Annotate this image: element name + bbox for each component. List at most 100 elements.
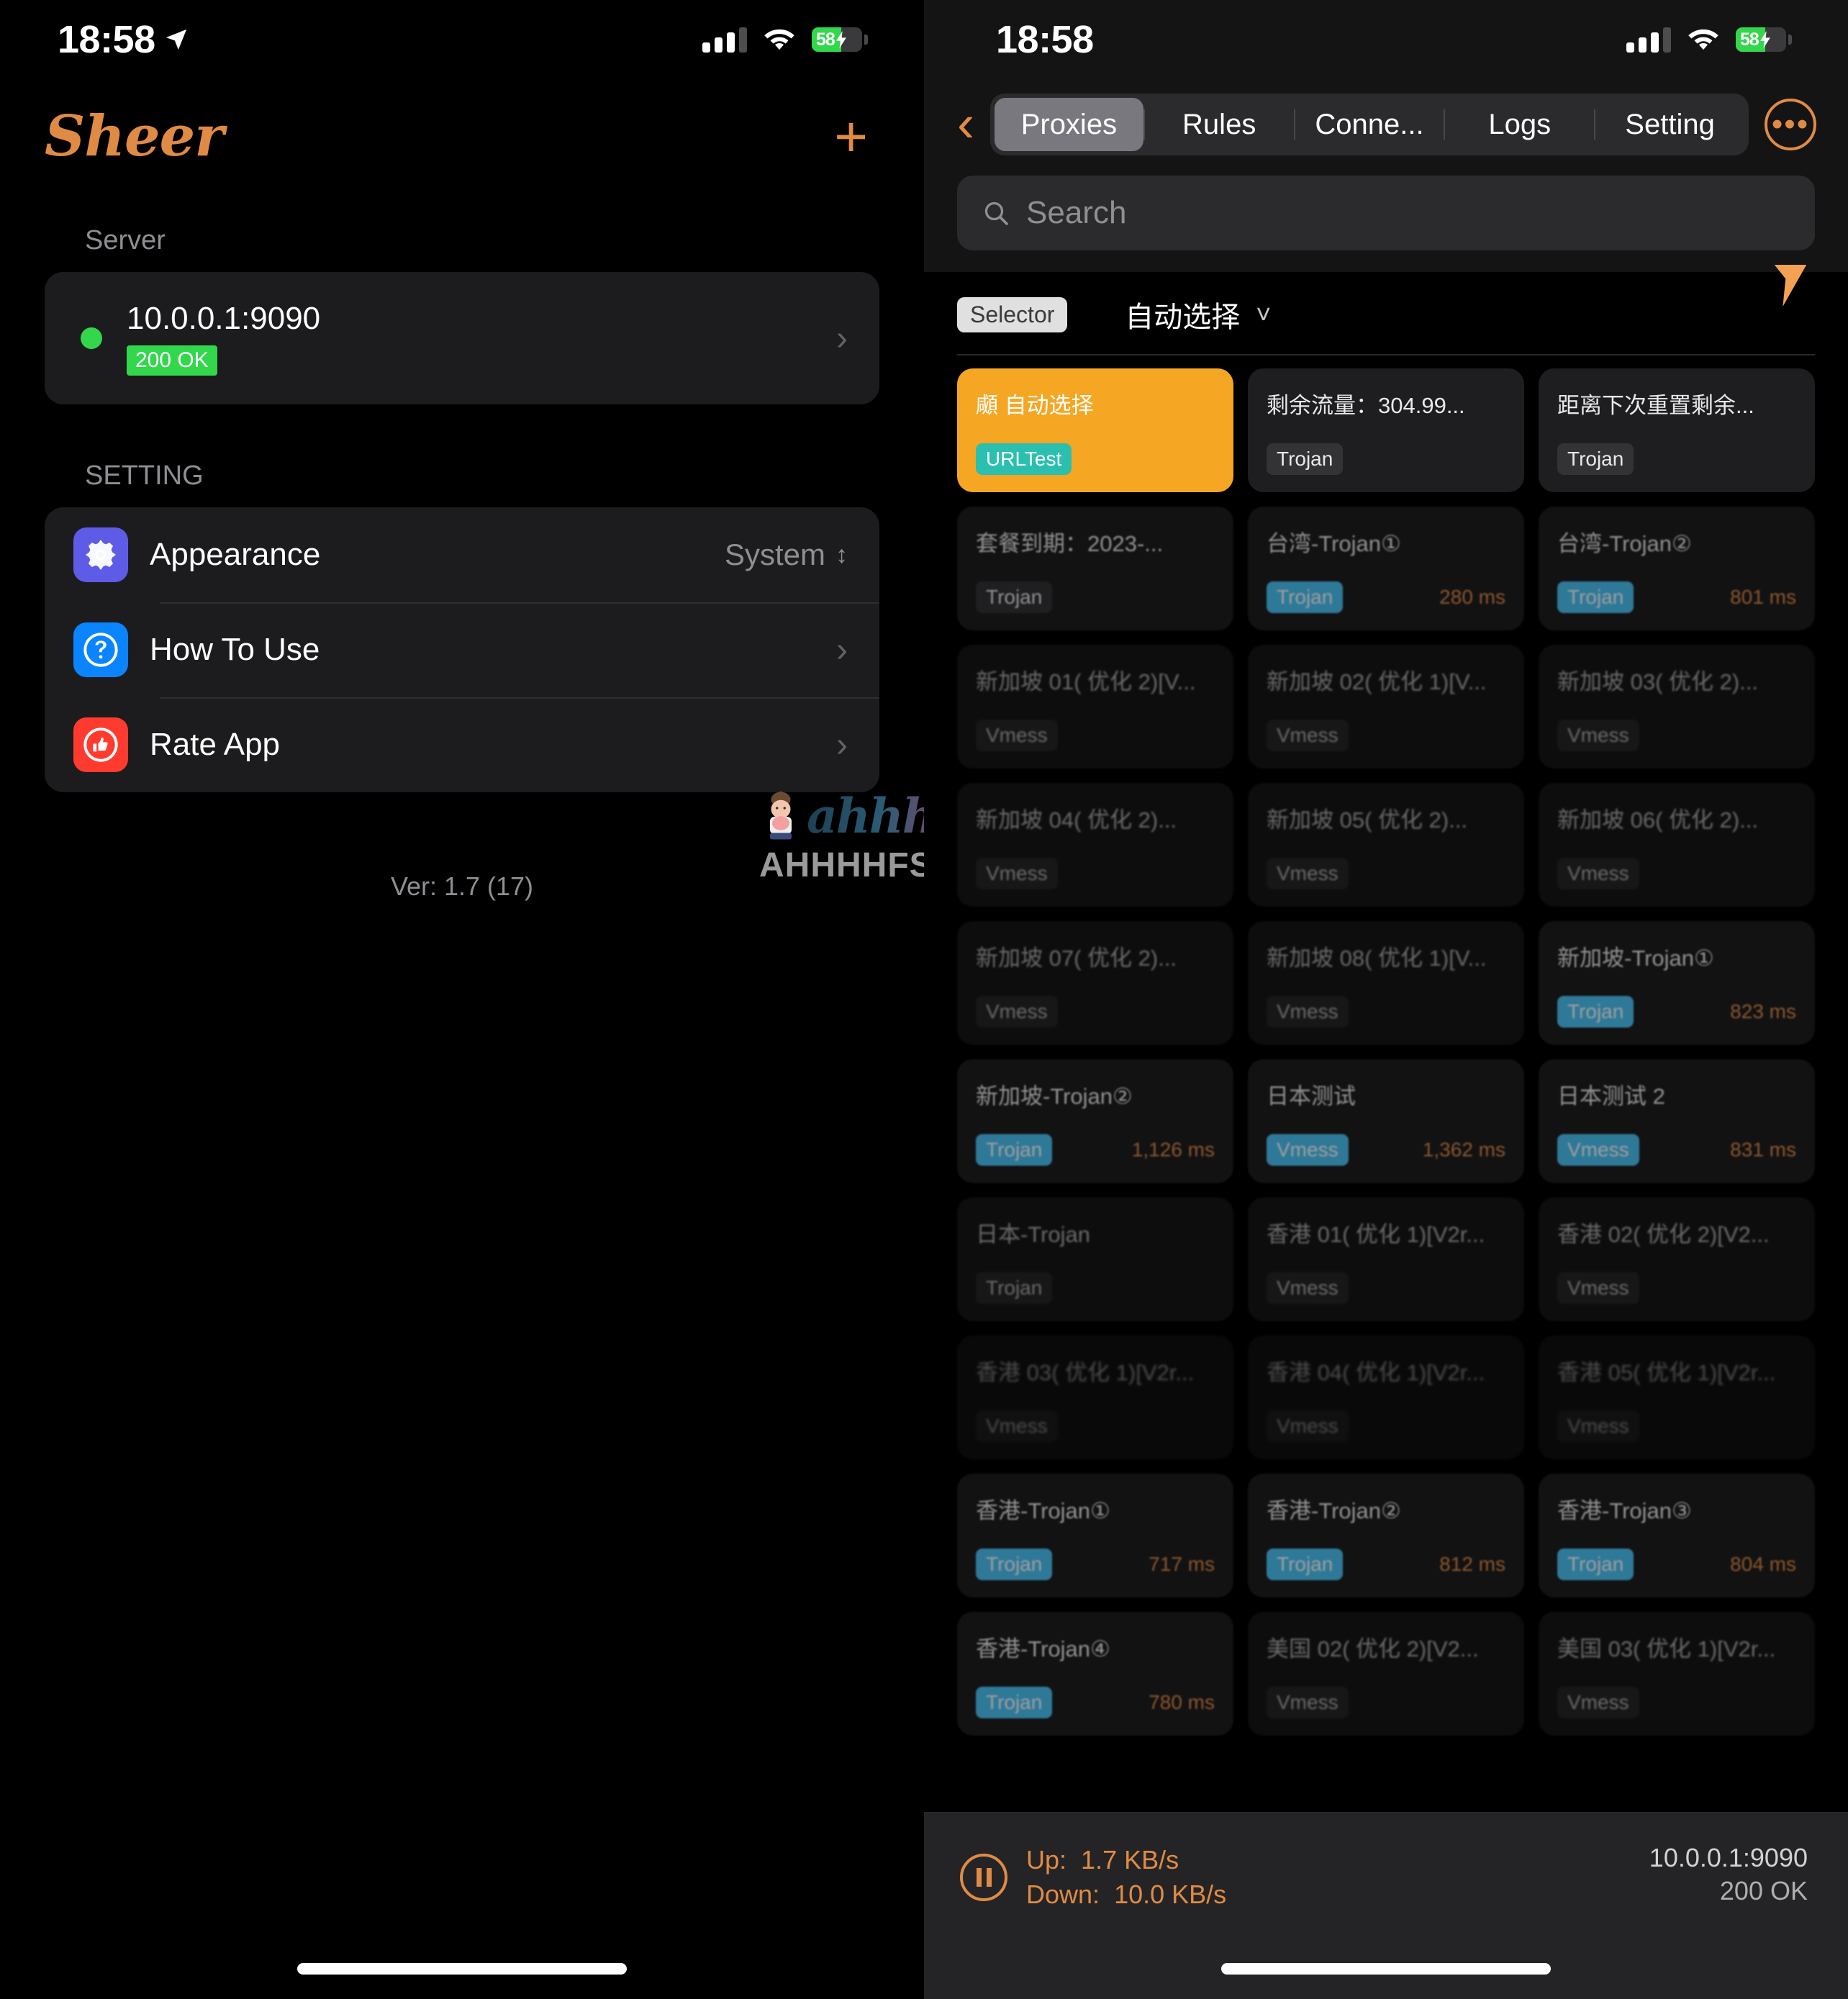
battery-icon: 58 [812, 27, 862, 52]
chevron-down-icon[interactable]: ˅ [1256, 299, 1271, 330]
proxy-card[interactable]: 新加坡 06( 优化 2)... Vmess [1539, 783, 1815, 907]
search-input[interactable]: Search [1026, 195, 1126, 231]
proxy-name: 剩余流量：304.99... [1267, 393, 1465, 418]
proxy-card[interactable]: 香港 05( 优化 1)[V2r... Vmess [1539, 1336, 1815, 1459]
proxy-latency: 780 ms [1149, 1691, 1215, 1713]
tab-logs[interactable]: Logs [1445, 98, 1594, 151]
selector-row[interactable]: Selector ♻ 自动选择 ˅ [924, 265, 1848, 354]
proxy-card[interactable]: 香港-Trojan② Trojan 812 ms [1248, 1474, 1524, 1597]
proxy-card[interactable]: 美国 03( 优化 1)[V2r... Vmess [1539, 1612, 1815, 1736]
proxy-name-text: 自动选择 [1004, 393, 1094, 418]
server-card[interactable]: 10.0.0.1:9090 200 OK › [45, 272, 879, 404]
question-mark-icon [73, 622, 128, 677]
proxy-card[interactable]: 新加坡 04( 优化 2)... Vmess [957, 783, 1233, 907]
proxy-type-badge: Trojan [976, 1687, 1053, 1718]
chevron-right-icon: › [836, 725, 848, 764]
app-logo: Sheer [45, 104, 224, 169]
proxy-meta: Vmess 1,362 ms [1267, 1134, 1505, 1166]
proxy-card[interactable]: 香港-Trojan③ Trojan 804 ms [1539, 1474, 1815, 1597]
proxy-card[interactable]: 台湾-Trojan① Trojan 280 ms [1248, 507, 1524, 630]
cellular-bars-icon [1626, 27, 1671, 53]
proxy-card[interactable]: 香港-Trojan① Trojan 717 ms [957, 1474, 1233, 1597]
pause-circle-icon[interactable] [960, 1853, 1007, 1901]
proxy-card[interactable]: 新加坡 02( 优化 1)[V... Vmess [1248, 645, 1524, 769]
setting-row-how-to-use[interactable]: How To Use › [45, 602, 879, 697]
proxy-name: 香港 02( 优化 2)[V2... [1557, 1222, 1770, 1247]
right-phone-screen: 18:58 58 ‹ Proxies Rules Conne... Logs S… [924, 0, 1848, 1999]
proxy-name: 美国 03( 优化 1)[V2r... [1557, 1636, 1776, 1662]
tab-proxies[interactable]: Proxies [994, 98, 1143, 151]
proxy-card[interactable]: 顑 自动选择 URLTest [957, 368, 1233, 492]
chevron-left-icon[interactable]: ‹ [957, 98, 974, 149]
wifi-icon [1688, 29, 1718, 50]
proxy-card[interactable]: 美国 02( 优化 2)[V2... Vmess [1248, 1612, 1524, 1736]
proxy-name: 香港-Trojan③ [1557, 1498, 1692, 1523]
proxy-meta: Trojan 280 ms [1267, 581, 1505, 613]
proxy-card[interactable]: 新加坡 05( 优化 2)... Vmess [1248, 783, 1524, 907]
proxy-card[interactable]: 日本测试 Vmess 1,362 ms [1248, 1059, 1524, 1183]
upload-label: Up: [1026, 1845, 1067, 1875]
proxy-meta: Vmess [1557, 1272, 1796, 1304]
proxy-name: 日本测试 [1267, 1084, 1356, 1109]
proxy-card[interactable]: 新加坡 01( 优化 2)[V... Vmess [957, 645, 1233, 769]
chevron-right-icon: › [836, 319, 848, 358]
proxy-card[interactable]: 香港-Trojan④ Trojan 780 ms [957, 1612, 1233, 1736]
proxy-card[interactable]: 香港 01( 优化 1)[V2r... Vmess [1248, 1197, 1524, 1321]
proxy-name: 香港 01( 优化 1)[V2r... [1267, 1222, 1485, 1247]
proxy-card[interactable]: 新加坡 03( 优化 2)... Vmess [1539, 645, 1815, 769]
proxy-card[interactable]: 新加坡-Trojan② Trojan 1,126 ms [957, 1059, 1233, 1183]
proxy-latency: 801 ms [1730, 586, 1796, 608]
proxy-type-badge: Vmess [1267, 1687, 1349, 1718]
status-indicators: 58 [702, 27, 868, 53]
proxy-type-badge: Trojan [1557, 443, 1634, 475]
proxy-name: 香港 05( 优化 1)[V2r... [1557, 1360, 1776, 1385]
proxy-type-badge: Trojan [976, 1272, 1053, 1304]
proxy-meta: Trojan 812 ms [1267, 1549, 1505, 1580]
proxy-card[interactable]: 台湾-Trojan② Trojan 801 ms [1539, 507, 1815, 630]
proxy-type-badge: Vmess [976, 858, 1058, 889]
proxy-meta: Vmess [1557, 1410, 1796, 1442]
proxy-meta: Trojan 717 ms [976, 1549, 1215, 1580]
proxy-card[interactable]: 日本-Trojan Trojan [957, 1197, 1233, 1321]
proxy-name: 距离下次重置剩余... [1557, 393, 1754, 418]
proxy-meta: Vmess [1267, 1687, 1505, 1718]
proxy-card[interactable]: 日本测试 2 Vmess 831 ms [1539, 1059, 1815, 1183]
proxy-name: 新加坡 02( 优化 1)[V... [1267, 669, 1487, 694]
search-icon [984, 201, 1008, 225]
server-row[interactable]: 10.0.0.1:9090 200 OK › [45, 272, 879, 404]
proxy-type-badge: Vmess [1557, 858, 1639, 889]
tab-connections[interactable]: Conne... [1295, 98, 1444, 151]
proxy-card[interactable]: 香港 03( 优化 1)[V2r... Vmess [957, 1336, 1233, 1459]
proxy-type-badge: Trojan [1557, 1549, 1634, 1580]
tab-setting[interactable]: Setting [1595, 98, 1744, 151]
proxy-card[interactable]: 距离下次重置剩余... Trojan [1539, 368, 1815, 492]
proxy-card[interactable]: 套餐到期：2023-... Trojan [957, 507, 1233, 630]
add-server-button[interactable]: + [834, 107, 868, 166]
tab-rules[interactable]: Rules [1145, 98, 1294, 151]
dual-phone-screenshot: 18:58 58 Sheer + Server 10.0.0.1:9090 20… [0, 0, 1848, 1999]
proxy-card[interactable]: 新加坡-Trojan① Trojan 823 ms [1539, 921, 1815, 1045]
appearance-value: System [724, 538, 825, 571]
proxy-card[interactable]: 香港 02( 优化 2)[V2... Vmess [1539, 1197, 1815, 1321]
proxy-card[interactable]: 新加坡 07( 优化 2)... Vmess [957, 921, 1233, 1045]
proxy-type-badge: Vmess [1267, 858, 1349, 889]
proxy-meta: Trojan 804 ms [1557, 1549, 1796, 1580]
setting-row-appearance[interactable]: Appearance System ↕ [45, 507, 879, 602]
setting-label: Appearance [150, 537, 321, 572]
proxy-name: 套餐到期：2023-... [976, 531, 1164, 556]
more-options-button[interactable]: ••• [1765, 99, 1816, 150]
thumbs-up-icon [73, 717, 128, 772]
settings-card: Appearance System ↕ How To Use › Rate Ap… [45, 507, 879, 792]
orange-pointer-icon [1774, 265, 1807, 307]
proxy-card[interactable]: 剩余流量：304.99... Trojan [1248, 368, 1524, 492]
proxy-meta: Vmess [1557, 1687, 1796, 1718]
proxy-card[interactable]: 香港 04( 优化 1)[V2r... Vmess [1248, 1336, 1524, 1459]
setting-row-rate-app[interactable]: Rate App › [45, 697, 879, 792]
search-bar[interactable]: Search [957, 176, 1815, 250]
updown-chevrons-icon: ↕ [835, 540, 848, 568]
proxy-card[interactable]: 新加坡 08( 优化 1)[V... Vmess [1248, 921, 1524, 1045]
proxy-type-badge: Vmess [976, 720, 1058, 751]
proxy-name: 香港-Trojan④ [976, 1636, 1110, 1662]
gear-icon [73, 527, 128, 582]
proxy-meta: Trojan [976, 1272, 1215, 1304]
